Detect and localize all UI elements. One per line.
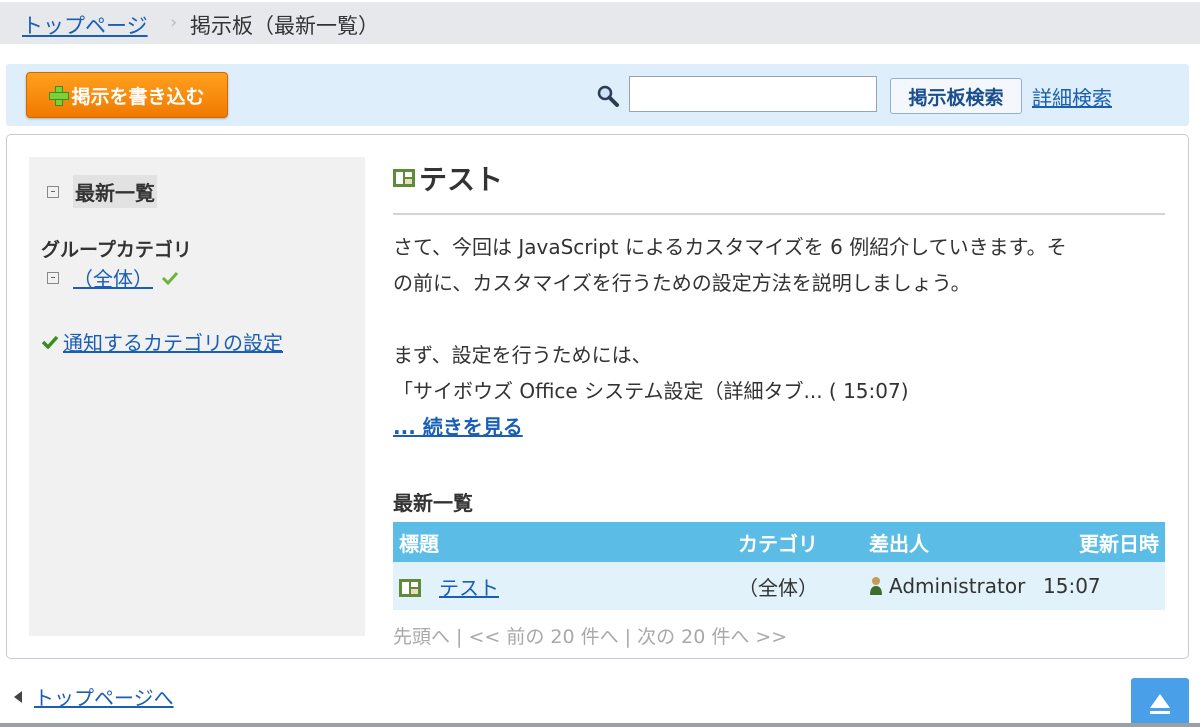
search-icon <box>597 85 619 107</box>
post-message-label: 掲示を書き込む <box>71 85 205 108</box>
row-sender-name: Administrator <box>889 574 1026 598</box>
post-body-line: まず、設定を行うためには、 <box>393 343 652 367</box>
read-more-link[interactable]: ... 続きを見る <box>393 415 523 439</box>
sidebar-item-all-category: （全体） <box>47 263 179 292</box>
column-header-category[interactable]: カテゴリ <box>693 522 863 562</box>
breadcrumb-current: 掲示板（最新一覧） <box>190 14 379 38</box>
sidebar-item-latest-label: 最新一覧 <box>73 175 157 208</box>
toolbar: 掲示を書き込む 掲示板検索 詳細検索 <box>6 64 1189 126</box>
collapse-box-icon <box>47 185 59 198</box>
bottom-border <box>0 723 1200 727</box>
post-message-button[interactable]: 掲示を書き込む <box>26 72 228 118</box>
search-input[interactable] <box>629 76 877 112</box>
post-body: さて、今回は JavaScript によるカスタマイズを 6 例紹介していきます… <box>393 229 1165 445</box>
column-header-title[interactable]: 標題 <box>393 522 693 562</box>
column-header-sender[interactable]: 差出人 <box>863 522 1043 562</box>
arrow-up-bar <box>1150 711 1170 714</box>
left-arrow-icon <box>14 690 22 703</box>
pager: 先頭へ | << 前の 20 件へ | 次の 20 件へ >> <box>393 626 788 648</box>
post-title: テスト <box>393 157 1165 199</box>
row-category-cell: （全体） <box>693 562 863 610</box>
breadcrumb-home-link[interactable]: トップページ <box>22 10 148 40</box>
user-icon <box>870 577 882 595</box>
advanced-search-link[interactable]: 詳細検索 <box>1032 82 1112 111</box>
post-body-line: の前に、カスタマイズを行うための設定方法を説明しましょう。 <box>393 271 971 295</box>
sidebar: 最新一覧 グループカテゴリ （全体） 通知するカテゴリの設定 <box>29 157 365 636</box>
row-updated-cell: 15:07 <box>1043 562 1165 610</box>
sidebar-item-notify-settings: 通知するカテゴリの設定 <box>41 327 283 356</box>
list-heading: 最新一覧 <box>393 491 473 515</box>
board-icon <box>399 578 421 597</box>
post-body-line: 「サイボウズ Office システム設定（詳細タブ... ( 15:07) <box>393 379 909 403</box>
back-to-top-page-link[interactable]: トップページへ <box>34 682 174 711</box>
row-title-link[interactable]: テスト <box>439 576 499 600</box>
column-header-updated[interactable]: 更新日時 <box>1043 522 1165 562</box>
latest-list-table: 標題 カテゴリ 差出人 更新日時 テスト （全体） Administrator … <box>393 522 1165 610</box>
breadcrumb: トップページ › 掲示板（最新一覧） <box>0 0 1200 44</box>
board-icon <box>393 169 415 187</box>
plus-icon <box>49 86 70 106</box>
title-divider <box>393 213 1165 215</box>
row-sender-cell: Administrator <box>863 562 1043 610</box>
breadcrumb-separator: › <box>170 12 178 33</box>
sidebar-item-latest[interactable]: 最新一覧 <box>47 175 157 208</box>
check-icon <box>161 271 179 285</box>
all-category-link[interactable]: （全体） <box>73 263 153 292</box>
sidebar-group-title: グループカテゴリ <box>41 239 192 261</box>
notify-settings-link[interactable]: 通知するカテゴリの設定 <box>63 327 283 356</box>
table-row: テスト （全体） Administrator 15:07 <box>393 562 1165 610</box>
check-icon <box>41 335 59 349</box>
scroll-to-top-button[interactable] <box>1131 678 1189 727</box>
collapse-box-icon <box>47 271 59 284</box>
arrow-up-icon <box>1150 693 1170 708</box>
back-to-top-page: トップページへ <box>14 682 174 711</box>
post-title-text: テスト <box>419 163 504 196</box>
main-panel: 最新一覧 グループカテゴリ （全体） 通知するカテゴリの設定 テスト さて、今回… <box>6 134 1189 659</box>
row-title-cell: テスト <box>393 562 693 610</box>
post-content: テスト さて、今回は JavaScript によるカスタマイズを 6 例紹介して… <box>393 157 1165 649</box>
post-body-line: さて、今回は JavaScript によるカスタマイズを 6 例紹介していきます… <box>393 235 1067 259</box>
board-search-button[interactable]: 掲示板検索 <box>890 78 1022 114</box>
